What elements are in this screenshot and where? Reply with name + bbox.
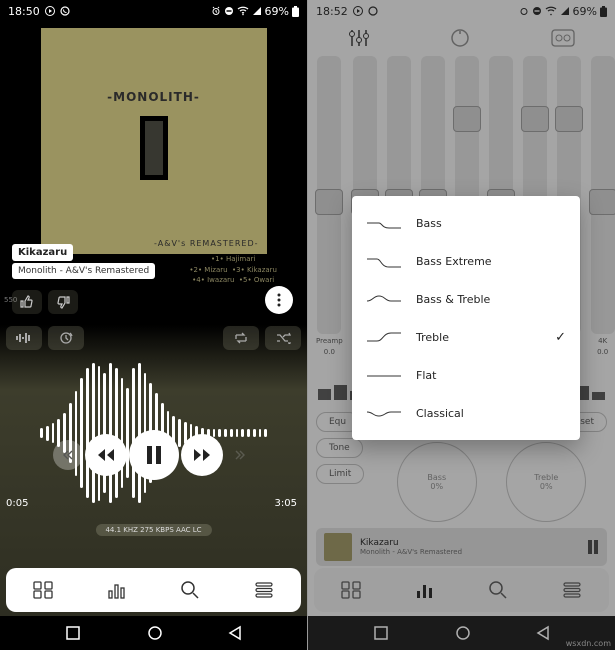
battery-pct: 69% <box>265 5 289 18</box>
more-vert-icon <box>277 293 281 307</box>
previous-button[interactable] <box>85 434 127 476</box>
wifi-icon <box>237 6 249 16</box>
status-bar: 18:50 69% <box>0 0 307 22</box>
album-artwork[interactable]: -MONOLITH- -A&V's REMASTERED- <box>41 28 267 254</box>
repeat-icon <box>233 332 249 344</box>
nav-equalizer[interactable] <box>97 575 137 605</box>
back-button[interactable] <box>228 625 242 641</box>
preset-curve-icon <box>366 253 402 269</box>
nav-search[interactable] <box>170 575 210 605</box>
sleep-timer-button[interactable] <box>48 326 84 350</box>
playback-controls <box>0 430 307 480</box>
previous-icon <box>96 447 116 463</box>
search-icon <box>180 580 200 600</box>
nav-queue[interactable] <box>244 575 284 605</box>
player-screen: 18:50 69% -MONOLITH- -A&V's REMASTERED- … <box>0 0 307 650</box>
signal-icon <box>252 6 262 16</box>
preset-label: Bass Extreme <box>416 255 492 268</box>
shuffle-icon <box>275 332 291 344</box>
preset-curve-icon <box>366 215 402 231</box>
dnd-icon <box>224 6 234 16</box>
play-indicator-icon <box>45 6 55 16</box>
preset-curve-icon <box>366 329 402 345</box>
preset-classical[interactable]: Classical <box>352 394 580 432</box>
preset-bass[interactable]: Bass <box>352 204 580 242</box>
preset-curve-icon <box>366 367 402 383</box>
tracklist-text: •1• Hajimari •2• Mizaru •3• Kikazaru •4•… <box>189 254 277 286</box>
timer-icon <box>59 331 73 345</box>
shuffle-button[interactable] <box>265 326 301 350</box>
equalizer-icon <box>107 581 127 599</box>
artwork-subtitle: -A&V's REMASTERED- <box>154 239 258 248</box>
grid-icon <box>33 581 53 599</box>
time-elapsed: 0:05 <box>6 498 28 509</box>
skip-fwd-icon <box>234 449 246 461</box>
preset-label: Bass & Treble <box>416 293 490 306</box>
preset-curve-icon <box>366 291 402 307</box>
nav-library[interactable] <box>23 575 63 605</box>
thumbs-down-icon <box>56 295 70 309</box>
preset-treble[interactable]: Treble <box>352 318 580 356</box>
repeat-button[interactable] <box>223 326 259 350</box>
artwork-shape <box>140 116 168 180</box>
preset-label: Treble <box>416 331 449 344</box>
thumbs-down-button[interactable] <box>48 290 78 314</box>
secondary-controls <box>6 326 301 350</box>
codec-info[interactable]: 44.1 KHZ 275 KBPS AAC LC <box>95 524 211 536</box>
android-nav <box>0 616 307 650</box>
equalizer-screen: 18:52 69% Preamp 0.0 310.0620.01250.0250… <box>308 0 615 650</box>
bottom-nav <box>6 568 301 612</box>
home-button[interactable] <box>147 625 163 641</box>
thumbs-up-button[interactable] <box>12 290 42 314</box>
time-total: 3:05 <box>275 498 297 509</box>
pause-icon <box>145 445 163 465</box>
next-button[interactable] <box>181 434 223 476</box>
forward-30-button[interactable] <box>225 440 255 470</box>
preset-label: Flat <box>416 369 436 382</box>
skip-back-icon <box>62 449 74 461</box>
status-time: 18:50 <box>8 5 40 18</box>
thumbs-up-icon <box>20 295 34 309</box>
next-icon <box>192 447 212 463</box>
preset-flat[interactable]: Flat <box>352 356 580 394</box>
artwork-title: -MONOLITH- <box>107 90 200 104</box>
preset-curve-icon <box>366 405 402 421</box>
battery-icon <box>292 6 299 17</box>
recent-apps-button[interactable] <box>65 625 81 641</box>
play-pause-button[interactable] <box>129 430 179 480</box>
preset-bass-treble[interactable]: Bass & Treble <box>352 280 580 318</box>
watermark: wsxdn.com <box>566 639 611 648</box>
preset-popup: Bass Bass Extreme Bass & Treble Treble Flat C… <box>352 196 580 440</box>
track-title-badge[interactable]: Kikazaru <box>12 244 73 261</box>
queue-icon <box>254 582 274 598</box>
preset-bass-extreme[interactable]: Bass Extreme <box>352 242 580 280</box>
visualizer-icon <box>15 332 33 344</box>
preset-label: Classical <box>416 407 464 420</box>
whatsapp-icon <box>60 6 70 16</box>
preset-label: Bass <box>416 217 442 230</box>
alarm-icon <box>211 6 221 16</box>
rewind-30-button[interactable] <box>53 440 83 470</box>
like-row <box>12 290 78 314</box>
album-title-badge[interactable]: Monolith - A&V's Remastered <box>12 263 155 279</box>
visualizer-button[interactable] <box>6 326 42 350</box>
more-menu-button[interactable] <box>265 286 293 314</box>
